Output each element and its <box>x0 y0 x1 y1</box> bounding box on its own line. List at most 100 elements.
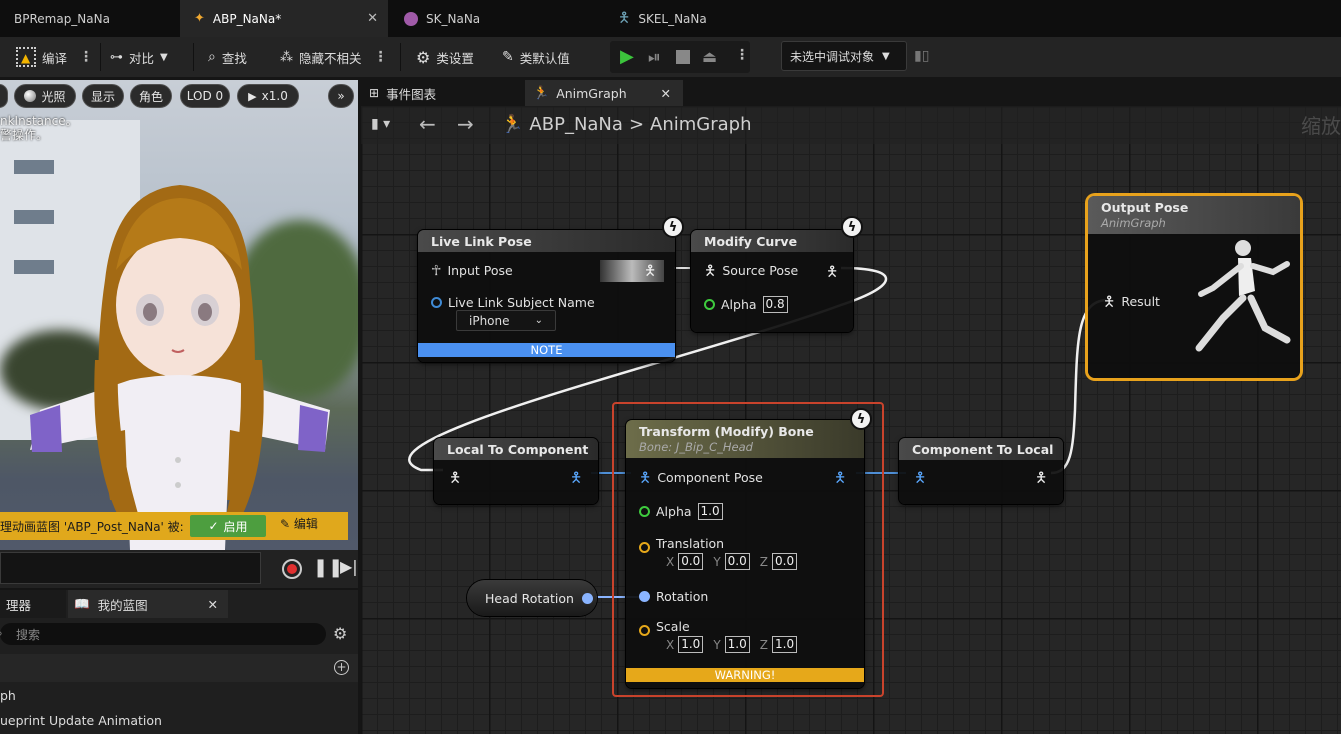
check-icon: ✓ <box>208 519 219 533</box>
debug-object-select[interactable]: 未选中调试对象 ▼ <box>781 41 907 71</box>
alpha-pin[interactable]: Alpha 0.8 <box>704 296 788 313</box>
translation-group: Translation X 0.0 Y 0.0 Z 0.0 <box>656 536 798 570</box>
anim-blueprint-icon: ✦ <box>194 11 205 26</box>
playback-speed-button[interactable]: ▶ x1.0 <box>237 84 299 108</box>
warning-text: 理动画蓝图 'ABP_Post_NaNa' 被: <box>0 519 184 534</box>
float-pin-icon <box>704 299 715 310</box>
play-controls: ▶ ⏯ ⏏ ⋮ <box>610 41 750 73</box>
scale-y-input[interactable]: 1.0 <box>724 636 750 653</box>
translation-pin[interactable]: Translation X 0.0 Y 0.0 Z 0.0 <box>639 536 798 570</box>
input-pose-pin[interactable]: ☥ Input Pose <box>431 263 513 278</box>
tab-skel-nana[interactable]: 🯅 SKEL_NaNa <box>604 0 804 37</box>
alpha-pin[interactable]: Alpha 1.0 <box>639 503 723 520</box>
node-component-to-local[interactable]: Component To Local 🯅 🯅 <box>899 438 1063 504</box>
tab-manager[interactable]: 理器 <box>0 590 66 618</box>
record-icon[interactable] <box>282 559 302 579</box>
search-input[interactable]: ⌕ 搜索 <box>0 623 326 645</box>
gear-icon[interactable]: ⚙ <box>333 624 347 643</box>
find-button[interactable]: ⌕ 查找 <box>208 45 247 69</box>
show-button[interactable]: 显示 <box>82 84 124 108</box>
more-options-button[interactable]: » <box>328 84 354 108</box>
more-label: » <box>337 89 345 103</box>
tab-bpremap[interactable]: BPRemap_NaNa <box>0 0 180 37</box>
character-button[interactable]: 角色 <box>130 84 172 108</box>
node-title: Output Pose <box>1101 200 1189 215</box>
play-icon[interactable]: ▶ <box>620 46 634 67</box>
rotator-pin-icon[interactable] <box>581 592 593 604</box>
node-output-pose[interactable]: Output Pose AnimGraph 🯅 Result <box>1088 196 1300 378</box>
node-live-link-pose[interactable]: Live Link Pose ☥ Input Pose 🯅 Live Link … <box>418 216 684 362</box>
list-item[interactable]: ph <box>0 688 16 703</box>
step-icon[interactable]: ⏯ <box>648 47 661 67</box>
eject-icon[interactable]: ⏏ <box>702 47 717 66</box>
enable-label: 启用 <box>223 519 248 534</box>
compile-button[interactable]: ▲ 编译 ⋮ <box>16 45 93 69</box>
dropdown-value: iPhone <box>469 313 510 328</box>
class-defaults-button[interactable]: ✎ 类默认值 <box>502 45 570 69</box>
node-local-to-component[interactable]: Local To Component 🯅 🯅 <box>434 438 598 504</box>
alpha-input[interactable]: 1.0 <box>697 503 723 520</box>
add-icon[interactable]: + <box>334 660 349 675</box>
scale-x-input[interactable]: 1.0 <box>678 636 704 653</box>
character-label: 角色 <box>138 89 163 104</box>
source-pose-pin[interactable]: 🯅 Source Pose <box>704 263 798 278</box>
lit-mode-button[interactable]: 光照 <box>14 84 76 108</box>
scale-z-input[interactable]: 1.0 <box>772 636 798 653</box>
alpha-input[interactable]: 0.8 <box>762 296 788 313</box>
node-modify-curve[interactable]: Modify Curve 🯅 Source Pose 🯅 Alpha 0.8 ϟ <box>691 216 863 332</box>
running-mannequin-icon <box>1195 240 1291 352</box>
pin-label: Input Pose <box>447 263 513 278</box>
pause-icon[interactable]: ❚❚ <box>313 557 343 578</box>
timeline-scrubber[interactable] <box>0 552 261 584</box>
node-head-rotation[interactable]: Head Rotation <box>467 580 597 616</box>
pin-label: Alpha <box>721 297 757 312</box>
translation-z-input[interactable]: 0.0 <box>772 553 798 570</box>
tab-my-blueprint[interactable]: 📖 我的蓝图 ✕ <box>68 590 228 618</box>
pin-label: Result <box>1121 294 1160 309</box>
skeleton-icon: 🯅 <box>618 9 631 26</box>
output-pose-icon[interactable]: 🯅 <box>826 265 838 279</box>
component-pose-pin[interactable]: 🯅 Component Pose <box>639 470 763 485</box>
result-pin[interactable]: 🯅 Result <box>1103 294 1160 309</box>
edit-button[interactable]: ✎ 编辑 <box>280 515 318 532</box>
input-component-pose-pin[interactable]: 🯅 <box>914 471 926 485</box>
main-toolbar: ▲ 编译 ⋮ ⊶ 对比 ▼ ⌕ 查找 ⁂ 隐藏不相关 ⋮ ⚙ 类设置 ✎ 类默认… <box>0 37 1341 77</box>
translation-x-input[interactable]: 0.0 <box>678 553 704 570</box>
node-title: Head Rotation <box>485 590 574 606</box>
rotation-pin[interactable]: Rotation <box>639 589 708 604</box>
output-pose-pin[interactable]: 🯅 <box>1035 471 1047 485</box>
node-transform-modify-bone[interactable]: Transform (Modify) Bone Bone: J_Bip_C_He… <box>626 408 872 688</box>
class-settings-button[interactable]: ⚙ 类设置 <box>416 45 474 69</box>
preview-viewport[interactable]: 光照 显示 角色 LOD 0 ▶ x1.0 » nkInstance。 警操作。… <box>0 80 358 550</box>
node-header: Transform (Modify) Bone Bone: J_Bip_C_He… <box>626 420 864 458</box>
chevron-down-icon: ⌄ <box>534 315 543 326</box>
play-forward-icon[interactable]: ▶| <box>340 557 358 576</box>
play-options-icon[interactable]: ⋮ <box>735 47 749 63</box>
compile-warning-icon: ▲ <box>16 47 36 67</box>
output-component-pose-pin[interactable]: 🯅 <box>570 471 582 485</box>
output-pose-pin[interactable]: 🯅 <box>834 471 846 485</box>
list-item[interactable]: ueprint Update Animation <box>0 713 162 728</box>
tab-abp-nana[interactable]: ✦ ABP_NaNa* ✕ <box>180 0 388 37</box>
diff-button[interactable]: ⊶ 对比 ▼ <box>110 45 168 69</box>
gear-icon: ⚙ <box>416 47 431 67</box>
compile-options-icon[interactable]: ⋮ <box>79 49 93 65</box>
lod-button[interactable]: LOD 0 <box>180 84 230 108</box>
input-pose-pin[interactable]: 🯅 <box>449 471 461 485</box>
animation-controls: ❚❚ ▶| <box>0 550 358 588</box>
browse-debug-icon[interactable]: ▮▯ <box>914 48 929 64</box>
tab-sk-nana[interactable]: SK_NaNa <box>390 0 590 37</box>
close-icon[interactable]: ✕ <box>208 597 218 612</box>
subject-name-pin[interactable]: Live Link Subject Name <box>431 295 595 310</box>
stop-icon[interactable] <box>676 50 690 64</box>
enable-button[interactable]: ✓ 启用 <box>190 515 266 537</box>
subject-name-dropdown[interactable]: iPhone ⌄ <box>456 310 556 331</box>
translation-y-input[interactable]: 0.0 <box>724 553 750 570</box>
scale-pin[interactable]: Scale X 1.0 Y 1.0 Z 1.0 <box>639 619 798 653</box>
hide-options-icon[interactable]: ⋮ <box>374 49 388 65</box>
show-label: 显示 <box>90 89 115 104</box>
close-icon[interactable]: ✕ <box>367 11 378 26</box>
hide-unrelated-button[interactable]: ⁂ 隐藏不相关 ⋮ <box>280 45 388 69</box>
name-pin-icon <box>431 297 442 308</box>
float-pin-icon <box>639 506 650 517</box>
